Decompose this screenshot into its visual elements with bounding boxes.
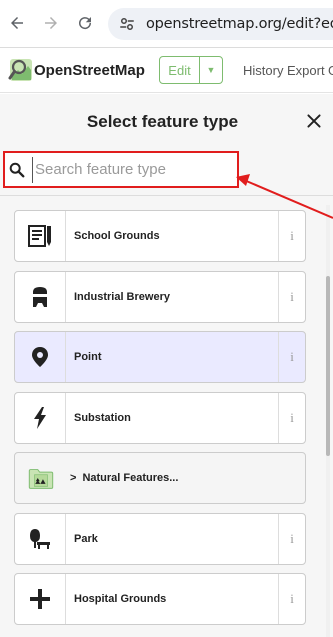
natural-folder-icon <box>15 453 66 503</box>
school-icon <box>15 211 66 261</box>
search-icon <box>9 162 25 177</box>
export-link[interactable]: Export <box>287 63 325 78</box>
panel-title: Select feature type <box>86 112 239 131</box>
category-label: > Natural Features... <box>66 453 305 503</box>
preset-label: Park <box>74 532 98 545</box>
gps-traces-link[interactable]: G <box>328 63 333 78</box>
preset-label: Substation <box>74 411 131 424</box>
preset-hospital-grounds[interactable]: Hospital Grounds i <box>14 573 306 625</box>
info-icon[interactable]: i <box>278 332 305 382</box>
preset-list: School Grounds i Industrial Brewery i Po… <box>14 210 306 634</box>
site-settings-icon[interactable] <box>118 15 136 33</box>
edit-button-group: Edit ▼ <box>159 56 223 84</box>
brewery-icon <box>15 271 66 322</box>
preset-label: Point <box>74 351 102 363</box>
address-bar[interactable]: openstreetmap.org/edit?editor=i <box>108 8 333 40</box>
reload-icon[interactable] <box>72 10 98 36</box>
forward-arrow-icon[interactable] <box>38 10 64 36</box>
preset-industrial-brewery[interactable]: Industrial Brewery i <box>14 270 306 323</box>
point-marker-icon <box>15 332 66 382</box>
preset-park[interactable]: Park i <box>14 512 306 565</box>
info-icon[interactable]: i <box>278 513 305 564</box>
edit-button[interactable]: Edit <box>160 57 200 83</box>
lightning-icon <box>15 392 66 443</box>
info-icon[interactable]: i <box>278 271 305 322</box>
search-input[interactable] <box>32 156 228 183</box>
category-label-text: Natural Features... <box>82 472 179 484</box>
preset-label: Hospital Grounds <box>74 593 167 605</box>
osm-logo-icon[interactable] <box>8 57 34 83</box>
close-icon[interactable] <box>303 110 325 132</box>
annotation-arrow <box>236 174 333 219</box>
url-text: openstreetmap.org/edit?editor=i <box>146 16 333 32</box>
edit-dropdown-icon[interactable]: ▼ <box>200 57 222 83</box>
back-arrow-icon[interactable] <box>4 10 30 36</box>
osm-header: OpenStreetMap Edit ▼ History Export G <box>0 49 333 93</box>
brand-name[interactable]: OpenStreetMap <box>34 62 145 79</box>
hospital-cross-icon <box>15 574 66 624</box>
preset-point[interactable]: Point i <box>14 331 306 383</box>
chevron-right-icon: > <box>70 472 77 484</box>
preset-substation[interactable]: Substation i <box>14 391 306 444</box>
preset-label: Industrial Brewery <box>74 290 170 303</box>
info-icon[interactable]: i <box>278 392 305 443</box>
search-highlight-box <box>3 151 239 188</box>
category-natural-features[interactable]: > Natural Features... <box>14 452 306 504</box>
park-bench-icon <box>15 513 66 564</box>
history-link[interactable]: History <box>243 63 283 78</box>
info-icon[interactable]: i <box>278 574 305 624</box>
scrollbar-thumb[interactable] <box>326 276 330 456</box>
browser-toolbar: openstreetmap.org/edit?editor=i <box>0 0 333 48</box>
